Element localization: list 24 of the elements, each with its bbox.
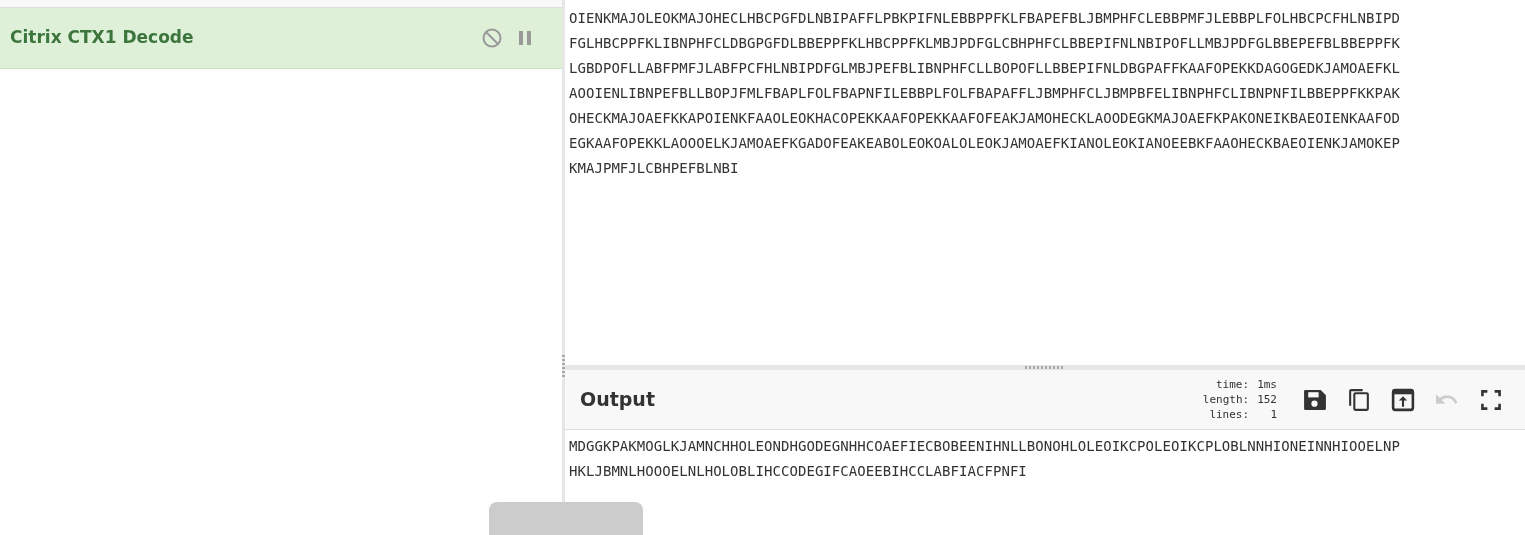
input-text-line: EGKAAFOPEKKLAOOOELKJAMOAEFKGADOFEAKEABOLEOKOALOLEOKJAMOAEFKIANOLEOKIANOEEBKFAAOHECKBAEOIENKJAMOKEP bbox=[569, 134, 1401, 153]
resize-handle[interactable] bbox=[1025, 366, 1065, 369]
input-text-line: AOOIENLIBNPEFBLLBOPJFMLFBAPLFOLFBAPNFILEBBPLFOLFBAPAFFLJBMPHFCLJBMPBFELIBNPHFCLIBNPNFILBBEPPFKKPAK bbox=[569, 84, 1401, 103]
recipe-operation[interactable]: Citrix CTX1 Decode bbox=[0, 8, 562, 69]
stat-value: 1ms bbox=[1257, 377, 1277, 392]
stat-value: 152 bbox=[1257, 392, 1277, 407]
stat-label: time: bbox=[1216, 377, 1250, 392]
stat-value: 1 bbox=[1270, 407, 1277, 422]
resize-handle[interactable] bbox=[562, 355, 565, 379]
disable-icon[interactable] bbox=[482, 28, 502, 48]
operation-name: Citrix CTX1 Decode bbox=[10, 26, 194, 50]
input-text-line: OIENKMAJOLEOKMAJOHECLHBCPGFDLNBIPAFFLPBKPIFNLEBBPPFKLFBAPEFBLJBMPHFCLEBBPMFJLEBBPLFOLHBCPCFHLNBIPD bbox=[569, 9, 1401, 28]
input-text-line: KMAJPMFJLCBHPEFBLNBI bbox=[569, 159, 740, 178]
output-text-line: MDGGKPAKMOGLKJAMNCHHOLEONDHGODEGNHHCOAEFIECBOBEENIHNLLBONOHLOLEOIKCPOLEOIKCPLOBLNNHIONEINNHIOOELNP bbox=[569, 437, 1401, 456]
stat-label: length: bbox=[1202, 392, 1250, 407]
input-text-line: LGBDPOFLLABFPMFJLABFPCFHLNBIPDFGLMBJPEFBLIBNPHFCLLBOPOFLLBBEPIFNLDBGPAFFKAAFOPEKKDAGOGEDKJAMOAEFKL bbox=[569, 59, 1401, 78]
upload-icon bbox=[1390, 386, 1416, 413]
output-title: Output bbox=[580, 387, 655, 413]
stat-label: lines: bbox=[1209, 407, 1250, 422]
output-text-line: HKLJBMNLHOOOELNLHOLOBLIHCCODEGIFCAOEEBIHCCLABFIACFPNFI bbox=[569, 462, 1028, 481]
pause-icon[interactable] bbox=[518, 30, 532, 46]
input-text-line: OHECKMAJOAEFKKAPOIENKFAAOLEOKHACOPEKKAAFOPEKKAAFOFEAKJAMOHECKLAOODEGKMAJOAEFKPAKONEIKBAEOIENKAAFOD bbox=[569, 109, 1401, 128]
copy-icon bbox=[1346, 386, 1372, 413]
input-text-line: FGLHBCPPFKLIBNPHFCLDBGPGFDLBBEPPFKLHBCPPFKLMBJPDFGLCBHPHFCLBBEPIFNLNBIPOFLLMBJPDFGLBBEPEFBLBBEPPFK bbox=[569, 34, 1401, 53]
